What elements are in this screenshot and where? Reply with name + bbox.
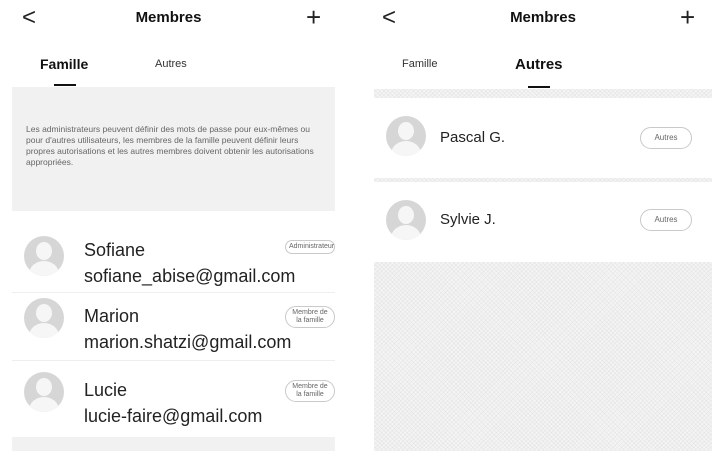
members-screen-autres: < Membres + Famille Autres Pascal G. Aut…	[372, 0, 716, 451]
member-row-marion[interactable]: Marion marion.shatzi@gmail.com Membre de…	[14, 294, 339, 358]
member-name: Sofiane	[84, 240, 146, 260]
avatar-icon	[24, 298, 64, 338]
info-text: Les administrateurs peuvent définir des …	[26, 124, 314, 167]
role-badge: Membre de la famille	[285, 380, 335, 402]
role-badge: Autres	[640, 127, 692, 149]
info-box: Les administrateurs peuvent définir des …	[12, 87, 335, 211]
active-tab-indicator	[54, 84, 76, 86]
member-row-pascal[interactable]: Pascal G. Autres	[374, 98, 712, 178]
member-row-sylvie[interactable]: Sylvie J. Autres	[374, 182, 712, 262]
page-title: Membres	[135, 9, 202, 26]
member-row-sofiane[interactable]: Sofiane sofiane_abise@gmail.com Administ…	[14, 226, 339, 290]
tab-famille[interactable]: Famille	[40, 56, 88, 72]
avatar-icon	[24, 236, 64, 276]
add-member-icon[interactable]: +	[306, 4, 321, 30]
member-name: Pascal G.	[440, 129, 506, 146]
members-screen-famille: < Membres + Famille Autres Les administr…	[0, 0, 345, 451]
active-tab-indicator	[528, 86, 550, 88]
page-title: Membres	[510, 9, 576, 26]
member-email: marion.shatzi@gmail.com	[84, 332, 292, 352]
member-row-lucie[interactable]: Lucie lucie-faire@gmail.com Membre de la…	[14, 366, 339, 430]
avatar-icon	[386, 200, 426, 240]
member-name: Marion	[84, 306, 140, 326]
member-name: Lucie	[84, 380, 128, 400]
avatar-icon	[386, 116, 426, 156]
tab-autres[interactable]: Autres	[515, 56, 563, 73]
tab-famille[interactable]: Famille	[402, 58, 437, 70]
top-bar: < Membres +	[0, 0, 345, 42]
avatar-icon	[24, 372, 64, 412]
member-email: sofiane_abise@gmail.com	[84, 266, 296, 286]
role-badge: Membre de la famille	[285, 306, 335, 328]
divider	[12, 360, 335, 361]
role-badge: Administrateur	[285, 240, 335, 254]
list-footer	[12, 437, 335, 451]
top-bar: < Membres +	[372, 0, 716, 42]
divider	[12, 292, 335, 293]
member-email: lucie-faire@gmail.com	[84, 406, 263, 426]
add-member-icon[interactable]: +	[680, 4, 695, 30]
role-badge: Autres	[640, 209, 692, 231]
member-name: Sylvie J.	[440, 211, 496, 228]
tab-autres[interactable]: Autres	[155, 58, 187, 70]
